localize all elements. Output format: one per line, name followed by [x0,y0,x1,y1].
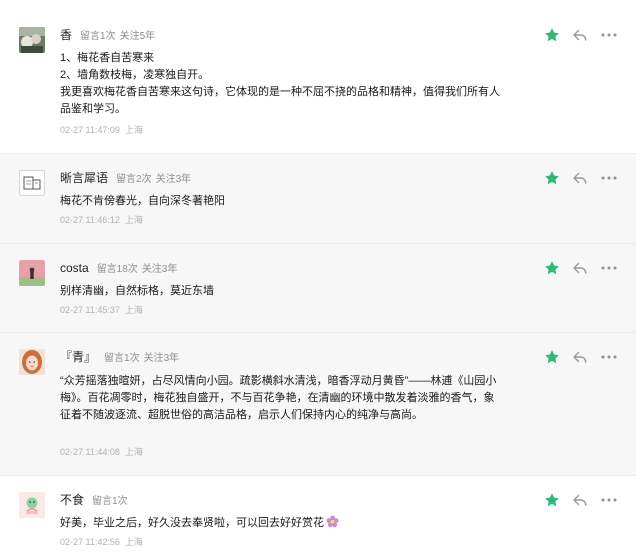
comment-actions [544,349,620,365]
comment-header: 『青』 留言1次 关注3年 [60,349,183,365]
comment-count: 留言2次 [116,174,152,185]
comment-content: 梅花不肯傍春光，自向深冬著艳阳 [60,193,500,210]
content-line: 梅花不肯傍春光，自向深冬著艳阳 [60,195,225,207]
follow-duration: 关注3年 [143,353,180,364]
comment-header: 不食 留言1次 [60,492,132,508]
avatar[interactable] [19,492,45,518]
more-dots-icon[interactable] [600,260,618,276]
location: 上海 [124,447,143,457]
star-filled-icon[interactable] [544,349,560,365]
content-line: 1、梅花香自苦寒来 [60,52,155,64]
comment-item: 香留言1次 关注5年 1、梅花香自苦寒来 2、墙角数枝梅，凌寒独自开。 我更喜欢梅… [0,0,636,154]
comment-actions [544,27,620,43]
location: 上海 [124,305,143,315]
nickname[interactable]: costa [60,261,89,275]
timestamp: 02-27 11:42:56 [60,537,120,547]
comment-footer: 02-27 11:46:12 上海 [60,213,148,227]
content-line: “众芳摇落独暄妍，占尽风情向小园。疏影横斜水清浅，暗香浮动月黄昏”——林逋《山园… [60,375,497,421]
reply-arrow-icon[interactable] [572,260,588,276]
more-dots-icon[interactable] [600,492,618,508]
location: 上海 [124,215,143,225]
comment-list: 香留言1次 关注5年 1、梅花香自苦寒来 2、墙角数枝梅，凌寒独自开。 我更喜欢梅… [0,0,636,559]
content-line: 别样清幽，自然标格，莫近东墙 [60,285,214,297]
follow-duration: 关注3年 [141,264,178,275]
comment-count: 留言1次 [80,31,116,42]
comment-actions [544,260,620,276]
more-dots-icon[interactable] [600,27,618,43]
comment-footer: 02-27 11:44:08 上海 [60,445,148,459]
comment-actions [544,170,620,186]
content-line: 2、墙角数枝梅，凌寒独自开。 [60,69,210,81]
content-line: 好美，毕业之后，好久没去奉贤啦，可以回去好好赏花 [60,515,500,532]
location: 上海 [124,537,143,547]
star-filled-icon[interactable] [544,492,560,508]
nickname[interactable]: 香 [60,28,72,42]
star-filled-icon[interactable] [544,260,560,276]
comment-item: 不食 留言1次 好美，毕业之后，好久没去奉贤啦，可以回去好好赏花 02-27 11… [0,476,636,559]
reply-arrow-icon[interactable] [572,492,588,508]
star-filled-icon[interactable] [544,170,560,186]
reply-arrow-icon[interactable] [572,170,588,186]
content-text: 好美，毕业之后，好久没去奉贤啦，可以回去好好赏花 [60,517,324,529]
comment-footer: 02-27 11:47:09 上海 [60,123,148,137]
content-line: 我更喜欢梅花香自苦寒来这句诗，它体现的是一种不屈不挠的品格和精神，值得我们所有人… [60,86,500,115]
comment-count: 留言1次 [104,353,140,364]
more-dots-icon[interactable] [600,349,618,365]
comment-item: 『青』 留言1次 关注3年 “众芳摇落独暄妍，占尽风情向小园。疏影横斜水清浅，暗香浮… [0,333,636,476]
comment-content: 1、梅花香自苦寒来 2、墙角数枝梅，凌寒独自开。 我更喜欢梅花香自苦寒来这句诗，… [60,50,500,118]
comment-count: 留言18次 [96,264,138,275]
more-dots-icon[interactable] [600,170,618,186]
comment-count: 留言1次 [92,496,128,507]
comment-item: 晰言犀语 留言2次 关注3年 梅花不肯傍春光，自向深冬著艳阳 02-27 11:46… [0,154,636,244]
nickname[interactable]: 不食 [60,493,84,507]
comment-actions [544,492,620,508]
flower-emoji-icon [326,515,339,528]
nickname[interactable]: 晰言犀语 [60,171,108,185]
comment-footer: 02-27 11:45:37 上海 [60,303,148,317]
reply-arrow-icon[interactable] [572,349,588,365]
nickname[interactable]: 『青』 [60,350,96,364]
comment-content: 别样清幽，自然标格，莫近东墙 [60,283,500,300]
timestamp: 02-27 11:45:37 [60,305,120,315]
timestamp: 02-27 11:46:12 [60,215,120,225]
follow-duration: 关注3年 [155,174,192,185]
comment-content: 好美，毕业之后，好久没去奉贤啦，可以回去好好赏花 [60,515,500,532]
comment-item: costa 留言18次 关注3年 别样清幽，自然标格，莫近东墙 02-27 11:4… [0,244,636,333]
comment-footer: 02-27 11:42:56 上海 [60,535,148,549]
avatar[interactable] [19,260,45,286]
reply-arrow-icon[interactable] [572,27,588,43]
comment-content: “众芳摇落独暄妍，占尽风情向小园。疏影横斜水清浅，暗香浮动月黄昏”——林逋《山园… [60,373,500,424]
avatar[interactable] [19,170,45,196]
location: 上海 [124,125,143,135]
avatar[interactable] [19,27,45,53]
comment-header: costa 留言18次 关注3年 [60,260,181,276]
timestamp: 02-27 11:44:08 [60,447,120,457]
comment-header: 香留言1次 关注5年 [60,27,159,43]
follow-duration: 关注5年 [119,31,156,42]
timestamp: 02-27 11:47:09 [60,125,120,135]
comment-header: 晰言犀语 留言2次 关注3年 [60,170,195,186]
star-filled-icon[interactable] [544,27,560,43]
avatar[interactable] [19,349,45,375]
